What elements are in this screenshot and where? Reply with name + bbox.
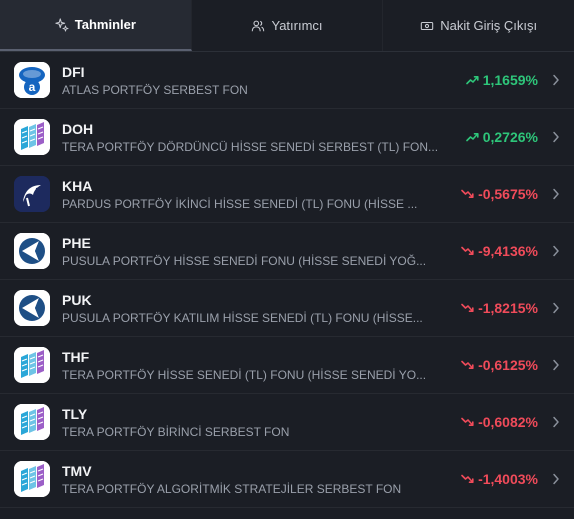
users-icon	[252, 20, 265, 31]
fund-code: DOH	[62, 120, 94, 137]
sparkle-icon	[55, 17, 69, 32]
fund-code: TMV	[62, 462, 92, 479]
fund-row[interactable]: TLY TERA PORTFÖY BİRİNCİ SERBEST FON -0,60…	[0, 394, 574, 451]
trend-down-icon	[461, 474, 474, 483]
fund-change: -1,8215%	[461, 300, 538, 316]
trend-down-icon	[461, 417, 474, 426]
fund-logo	[14, 404, 50, 440]
fund-name: PUSULA PORTFÖY KATILIM HİSSE SENEDİ (TL)…	[62, 310, 423, 325]
fund-info: THF TERA PORTFÖY HİSSE SENEDİ (TL) FONU (…	[62, 349, 453, 382]
fund-code: PUK	[62, 291, 92, 308]
fund-change-value: 0,2726%	[482, 129, 538, 145]
fund-logo: a	[14, 62, 50, 98]
chevron-right-icon	[553, 302, 559, 314]
chevron-right-icon	[553, 473, 559, 485]
fund-logo	[14, 290, 50, 326]
fund-name: TERA PORTFÖY BİRİNCİ SERBEST FON	[62, 424, 290, 439]
tab-bar: Tahminler Yatırımcı Nakit Giriş Çıkışı	[0, 0, 574, 52]
fund-change-value: -9,4136%	[478, 243, 538, 259]
chevron-right-icon	[553, 131, 559, 143]
fund-name: TERA PORTFÖY ALGORİTMİK STRATEJİLER SERB…	[62, 481, 402, 496]
fund-logo	[14, 233, 50, 269]
fund-name: ATLAS PORTFÖY SERBEST FON	[62, 82, 248, 97]
fund-row[interactable]: PHE PUSULA PORTFÖY HİSSE SENEDİ FONU (HİS…	[0, 223, 574, 280]
fund-change-value: -0,6125%	[478, 357, 538, 373]
fund-change: -0,6082%	[461, 414, 538, 430]
fund-code: KHA	[62, 177, 93, 194]
fund-change-value: -1,4003%	[478, 471, 538, 487]
chevron-right-icon	[553, 416, 559, 428]
fund-row[interactable]: a DFI ATLAS PORTFÖY SERBEST FON 1,1659%	[0, 52, 574, 109]
trend-down-icon	[461, 303, 474, 312]
fund-change: -9,4136%	[461, 243, 538, 259]
tab-nakit-giris-cikisi[interactable]: Nakit Giriş Çıkışı	[383, 0, 574, 51]
fund-row[interactable]: TMV TERA PORTFÖY ALGORİTMİK STRATEJİLER S…	[0, 451, 574, 508]
tab-yatirimci[interactable]: Yatırımcı	[192, 0, 384, 51]
fund-code: THF	[62, 348, 90, 365]
fund-change-value: -1,8215%	[478, 300, 538, 316]
fund-info: PUK PUSULA PORTFÖY KATILIM HİSSE SENEDİ (…	[62, 292, 453, 325]
chevron-right-icon	[553, 74, 559, 86]
fund-info: PHE PUSULA PORTFÖY HİSSE SENEDİ FONU (HİS…	[62, 235, 453, 268]
fund-name: PARDUS PORTFÖY İKİNCİ HİSSE SENEDİ (TL) …	[62, 196, 418, 211]
fund-change-value: -0,6082%	[478, 414, 538, 430]
fund-code: PHE	[62, 234, 91, 251]
svg-text:a: a	[29, 80, 36, 94]
chevron-right-icon	[553, 359, 559, 371]
fund-change: 1,1659%	[465, 72, 538, 88]
fund-change: -1,4003%	[461, 471, 538, 487]
fund-info: TLY TERA PORTFÖY BİRİNCİ SERBEST FON	[62, 406, 453, 439]
tab-label: Tahminler	[74, 17, 136, 32]
trend-up-icon	[465, 76, 479, 85]
fund-row[interactable]: PUK PUSULA PORTFÖY KATILIM HİSSE SENEDİ (…	[0, 280, 574, 337]
trend-down-icon	[461, 189, 474, 198]
chevron-right-icon	[553, 188, 559, 200]
fund-change: -0,5675%	[461, 186, 538, 202]
fund-change: -0,6125%	[461, 357, 538, 373]
fund-logo	[14, 347, 50, 383]
trend-up-icon	[465, 133, 479, 142]
fund-list: a DFI ATLAS PORTFÖY SERBEST FON 1,1659% DOH T…	[0, 52, 574, 508]
fund-name: TERA PORTFÖY DÖRDÜNCÜ HİSSE SENEDİ SERBE…	[62, 139, 439, 154]
fund-info: TMV TERA PORTFÖY ALGORİTMİK STRATEJİLER S…	[62, 463, 453, 496]
fund-row[interactable]: KHA PARDUS PORTFÖY İKİNCİ HİSSE SENEDİ (T…	[0, 166, 574, 223]
trend-down-icon	[461, 246, 474, 255]
fund-info: KHA PARDUS PORTFÖY İKİNCİ HİSSE SENEDİ (T…	[62, 178, 453, 211]
cash-icon	[421, 21, 434, 30]
fund-logo	[14, 176, 50, 212]
trend-down-icon	[461, 360, 474, 369]
fund-logo	[14, 119, 50, 155]
fund-name: PUSULA PORTFÖY HİSSE SENEDİ FONU (HİSSE …	[62, 253, 427, 268]
fund-info: DFI ATLAS PORTFÖY SERBEST FON	[62, 64, 458, 97]
tab-label: Yatırımcı	[271, 18, 323, 33]
tab-tahminler[interactable]: Tahminler	[0, 0, 192, 51]
fund-change-value: 1,1659%	[482, 72, 538, 88]
fund-change: 0,2726%	[465, 129, 538, 145]
fund-row[interactable]: DOH TERA PORTFÖY DÖRDÜNCÜ HİSSE SENEDİ SE…	[0, 109, 574, 166]
fund-row[interactable]: THF TERA PORTFÖY HİSSE SENEDİ (TL) FONU (…	[0, 337, 574, 394]
tab-label: Nakit Giriş Çıkışı	[440, 18, 538, 33]
fund-change-value: -0,5675%	[478, 186, 538, 202]
fund-code: TLY	[62, 405, 88, 422]
fund-info: DOH TERA PORTFÖY DÖRDÜNCÜ HİSSE SENEDİ SE…	[62, 121, 458, 154]
fund-code: DFI	[62, 63, 85, 80]
fund-logo	[14, 461, 50, 497]
chevron-right-icon	[553, 245, 559, 257]
fund-name: TERA PORTFÖY HİSSE SENEDİ (TL) FONU (HİS…	[62, 367, 427, 382]
